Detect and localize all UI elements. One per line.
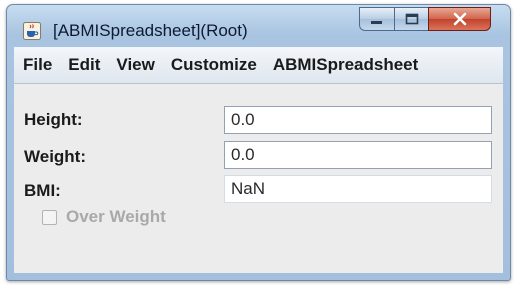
menu-file[interactable]: File [14, 47, 60, 83]
height-field[interactable]: 0.0 [224, 106, 492, 134]
bmi-field: NaN [224, 175, 492, 203]
close-icon [453, 12, 466, 26]
weight-label: Weight: [24, 147, 87, 166]
maximize-icon [405, 13, 418, 25]
overweight-label: Over Weight [66, 207, 166, 226]
height-label: Height: [24, 110, 83, 129]
app-window: [ABMISpreadsheet](Root) File Edit View C… [6, 4, 511, 281]
menu-edit[interactable]: Edit [60, 47, 108, 83]
weight-field[interactable]: 0.0 [224, 141, 492, 169]
form-panel: Height: 0.0 Weight: 0.0 BMI: NaN Over We… [14, 84, 503, 273]
maximize-button[interactable] [394, 7, 429, 31]
minimize-button[interactable] [359, 7, 395, 31]
close-button[interactable] [428, 7, 491, 31]
menu-customize[interactable]: Customize [163, 47, 265, 83]
overweight-checkbox [42, 209, 57, 225]
window-title: [ABMISpreadsheet](Root) [53, 21, 248, 40]
menu-abmispreadsheet[interactable]: ABMISpreadsheet [265, 47, 426, 83]
java-coffee-cup-icon [23, 22, 41, 40]
title-bar[interactable]: [ABMISpreadsheet](Root) [7, 5, 510, 47]
menu-bar: File Edit View Customize ABMISpreadsheet [14, 47, 503, 84]
minimize-icon [371, 21, 382, 24]
menu-view[interactable]: View [108, 47, 162, 83]
overweight-checkbox-row: Over Weight [42, 207, 166, 227]
bmi-label: BMI: [24, 181, 61, 200]
